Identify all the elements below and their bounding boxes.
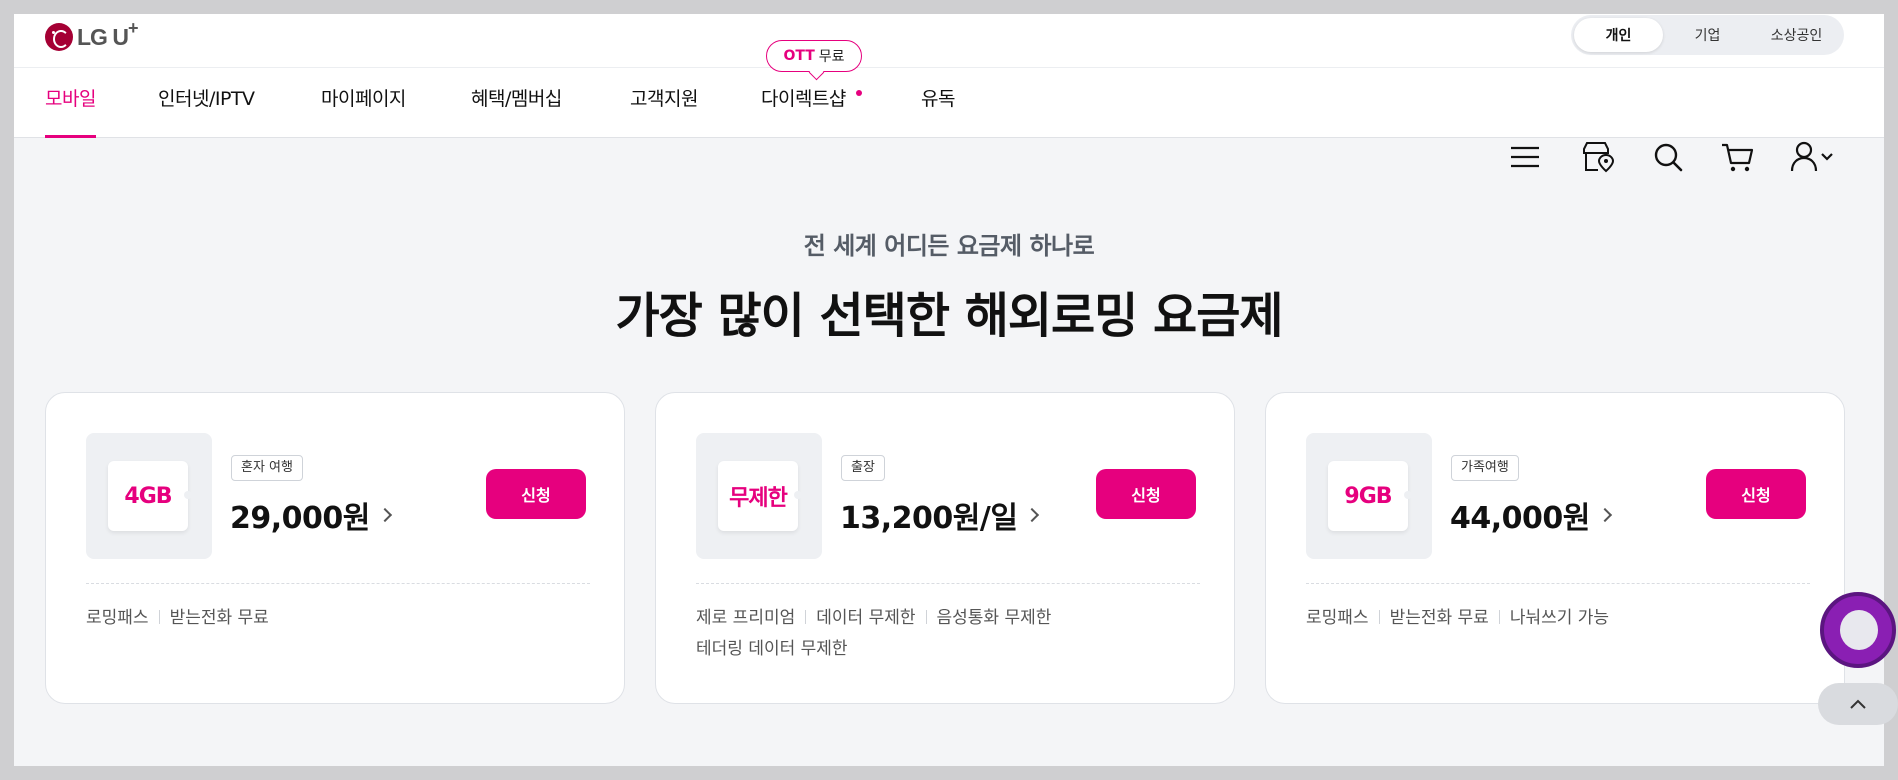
plan-thumbnail: 무제한 — [696, 433, 822, 559]
plan-features: 로밍패스 받는전화 무료 — [86, 603, 586, 634]
chevron-right-icon — [1597, 507, 1612, 523]
section-title: 가장 많이 선택한 해외로밍 요금제 — [615, 288, 1283, 344]
chatbot-button[interactable] — [1820, 592, 1896, 668]
plan-price-link[interactable]: 13,200원/일 — [840, 493, 1040, 537]
feature-item: 나눠쓰기 가능 — [1489, 603, 1609, 634]
ott-badge-free: 무료 — [818, 49, 845, 65]
ott-free-badge: OTT 무료 — [766, 40, 862, 72]
card-divider — [1306, 583, 1810, 584]
plan-price-link[interactable]: 44,000원 — [1450, 493, 1612, 537]
segment-personal[interactable]: 개인 — [1574, 18, 1663, 52]
plan-thumb-label: 4GB — [108, 461, 192, 531]
nav-mobile[interactable]: 모바일 — [45, 68, 96, 138]
feature-item: 데이터 무제한 — [795, 603, 915, 634]
plan-tag: 혼자 여행 — [231, 455, 303, 481]
plan-price: 29,000원 — [230, 501, 370, 536]
segment-business[interactable]: 기업 — [1663, 18, 1752, 52]
plan-tag: 가족여행 — [1451, 455, 1519, 481]
feature-item: 테더링 데이터 무제한 — [696, 639, 848, 659]
user-menu-icon[interactable] — [1790, 139, 1834, 175]
cart-icon[interactable] — [1720, 139, 1756, 175]
nav-yudok[interactable]: 유독 — [921, 68, 955, 138]
plan-features: 로밍패스 받는전화 무료 나눠쓰기 가능 — [1306, 603, 1806, 634]
card-divider — [86, 583, 590, 584]
plan-card: 9GB 가족여행 44,000원 신청 로밍패스 받는전화 무료 나눠쓰기 가능 — [1265, 392, 1845, 704]
segment-small-business[interactable]: 소상공인 — [1752, 18, 1841, 52]
plan-thumb-label: 9GB — [1328, 461, 1412, 531]
chatbot-avatar-icon — [1840, 610, 1878, 650]
nav-mypage[interactable]: 마이페이지 — [321, 68, 406, 138]
logo-text: LG U+ — [77, 17, 138, 50]
plan-card: 4GB 혼자 여행 29,000원 신청 로밍패스 받는전화 무료 — [45, 392, 625, 704]
lg-uplus-logo[interactable]: LG U+ — [45, 17, 138, 51]
plan-thumbnail: 4GB — [86, 433, 212, 559]
chevron-right-icon — [1025, 507, 1040, 523]
main-nav: 모바일 인터넷/IPTV 마이페이지 혜택/멤버십 고객지원 다이렉트샵 유독 — [14, 68, 1884, 173]
feature-item: 로밍패스 — [86, 608, 149, 628]
feature-item: 로밍패스 — [1306, 608, 1369, 628]
menu-icon[interactable] — [1507, 139, 1543, 175]
feature-item: 받는전화 무료 — [149, 603, 269, 634]
apply-button[interactable]: 신청 — [1096, 469, 1196, 519]
search-icon[interactable] — [1650, 139, 1686, 175]
chevron-right-icon — [377, 507, 392, 523]
plan-tag: 출장 — [841, 455, 885, 481]
ott-badge-label: OTT — [783, 48, 815, 64]
plan-price-link[interactable]: 29,000원 — [230, 493, 392, 537]
lg-logo-icon — [45, 23, 73, 51]
plan-thumb-label: 무제한 — [718, 461, 802, 531]
chevron-up-icon — [1850, 699, 1866, 709]
plan-features: 제로 프리미엄 데이터 무제한 음성통화 무제한테더링 데이터 무제한 — [696, 603, 1196, 665]
plan-price: 13,200원/일 — [840, 501, 1018, 536]
nav-benefits[interactable]: 혜택/멤버십 — [471, 68, 562, 138]
card-divider — [696, 583, 1200, 584]
new-dot-icon — [856, 90, 862, 96]
plan-price: 44,000원 — [1450, 501, 1590, 536]
nav-support[interactable]: 고객지원 — [630, 68, 698, 138]
feature-item: 제로 프리미엄 — [696, 608, 796, 628]
nav-directshop[interactable]: 다이렉트샵 — [761, 68, 846, 138]
page-frame: LG U+ 개인 기업 소상공인 모바일 인터넷/IPTV 마이페이지 혜택/멤… — [14, 14, 1884, 766]
apply-button[interactable]: 신청 — [486, 469, 586, 519]
nav-internet-iptv[interactable]: 인터넷/IPTV — [158, 68, 255, 138]
customer-type-toggle: 개인 기업 소상공인 — [1571, 15, 1844, 55]
store-icon[interactable] — [1578, 139, 1614, 175]
plan-card: 무제한 출장 13,200원/일 신청 제로 프리미엄 데이터 무제한 음성통화 무… — [655, 392, 1235, 704]
scroll-top-button[interactable] — [1818, 683, 1898, 725]
section-subtitle: 전 세계 어디든 요금제 하나로 — [803, 232, 1095, 260]
top-bar: LG U+ 개인 기업 소상공인 — [14, 14, 1884, 68]
feature-item: 받는전화 무료 — [1369, 603, 1489, 634]
plan-thumbnail: 9GB — [1306, 433, 1432, 559]
apply-button[interactable]: 신청 — [1706, 469, 1806, 519]
feature-item: 음성통화 무제한 — [916, 603, 1052, 634]
